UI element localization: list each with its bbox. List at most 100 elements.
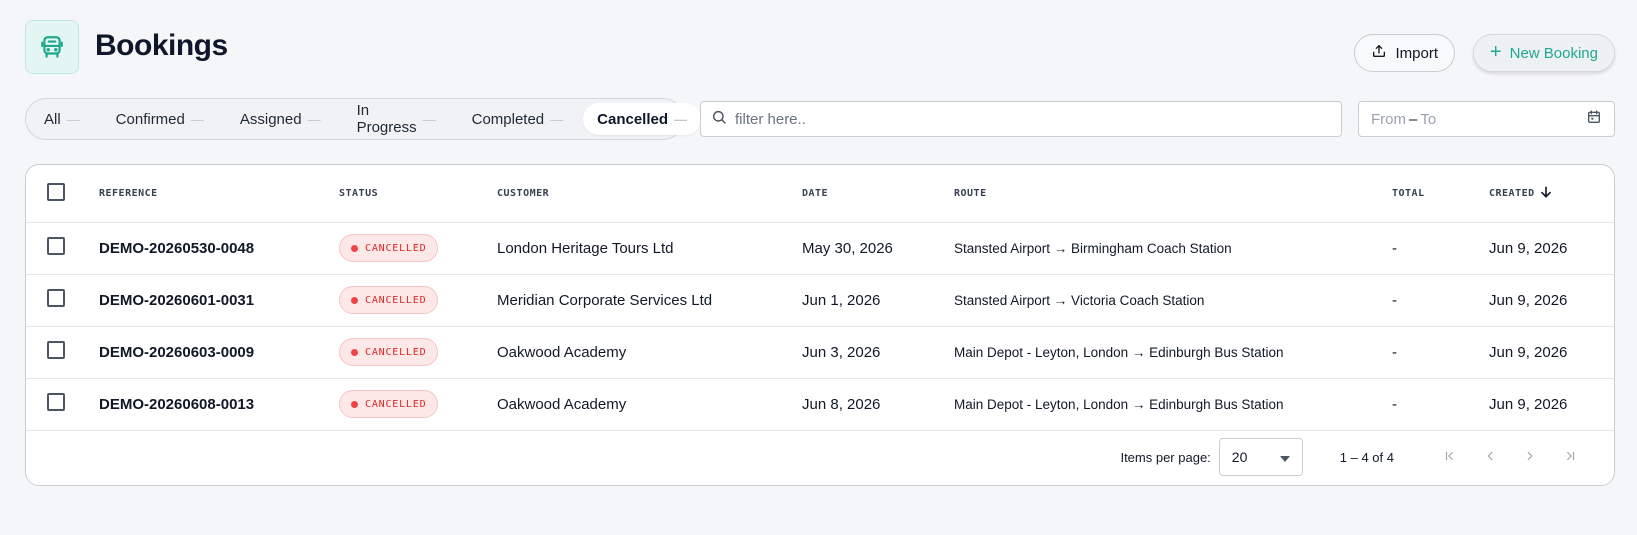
new-booking-button[interactable]: + New Booking [1472,34,1615,72]
column-header-date[interactable]: Date [802,165,954,222]
tab-assigned[interactable]: Assigned — [226,103,335,135]
next-page-button[interactable] [1510,437,1550,477]
route-cell: Main Depot - Leyton, London → Edinburgh … [954,396,1284,412]
tab-label: Cancelled [597,110,669,128]
status-badge-label: CANCELLED [365,294,427,306]
created-cell: Jun 9, 2026 [1489,239,1568,257]
status-badge: CANCELLED [339,390,439,418]
created-cell: Jun 9, 2026 [1489,343,1568,361]
date-cell: Jun 1, 2026 [802,291,881,309]
booking-reference[interactable]: DEMO-20260601-0031 [99,292,254,309]
column-header-route[interactable]: Route [954,165,1392,222]
last-page-button[interactable] [1550,437,1590,477]
status-badge: CANCELLED [339,286,439,314]
total-cell: - [1392,343,1397,361]
table-header-row: Reference Status Customer Date Route Tot… [26,165,1614,222]
column-header-total[interactable]: Total [1392,165,1489,222]
tab-in-progress[interactable]: In Progress — [343,102,450,136]
page-title: Bookings [95,29,228,62]
tab-count: — [66,111,80,127]
total-cell: - [1392,291,1397,309]
column-header-customer[interactable]: Customer [497,165,802,222]
column-header-reference[interactable]: Reference [99,165,339,222]
booking-reference[interactable]: DEMO-20260608-0013 [99,396,254,413]
status-badge-label: CANCELLED [365,398,427,410]
table-row[interactable]: DEMO-20260603-0009 CANCELLED Oakwood Aca… [26,326,1614,378]
table-row[interactable]: DEMO-20260530-0048 CANCELLED London Heri… [26,222,1614,274]
new-booking-button-label: New Booking [1509,44,1598,62]
created-cell: Jun 9, 2026 [1489,395,1568,413]
paginator: Items per page: 20 1 – 4 of 4 [26,429,1614,485]
column-header-created-label: Created [1489,187,1535,199]
select-all-checkbox[interactable] [47,182,65,201]
status-dot-icon [351,244,358,252]
calendar-icon[interactable] [1586,109,1602,130]
row-checkbox[interactable] [47,341,65,359]
tab-confirmed[interactable]: Confirmed — [102,103,218,135]
status-badge-label: CANCELLED [365,346,427,358]
tab-cancelled[interactable]: Cancelled — [583,103,702,135]
date-cell: Jun 3, 2026 [802,343,881,361]
items-per-page-select[interactable]: 20 [1218,438,1303,476]
customer-cell: Oakwood Academy [497,395,627,413]
import-button[interactable]: Import [1354,34,1455,72]
row-checkbox[interactable] [47,237,65,255]
route-cell: Main Depot - Leyton, London → Edinburgh … [954,344,1284,360]
page-header: Bookings Import + New Booking [25,20,1615,74]
search-input[interactable] [735,110,1331,128]
tab-count: — [550,111,564,127]
booking-reference[interactable]: DEMO-20260530-0048 [99,240,254,257]
last-page-icon [1563,449,1577,466]
total-cell: - [1392,395,1397,413]
date-separator: – [1409,110,1418,128]
bookings-table-card: Reference Status Customer Date Route Tot… [25,164,1615,486]
tab-label: Assigned [239,110,302,128]
select-all-cell [26,165,99,222]
row-checkbox[interactable] [47,393,65,411]
tab-label: In Progress [356,102,417,136]
tab-count: — [190,111,204,127]
total-cell: - [1392,239,1397,257]
tab-all[interactable]: All — [30,103,94,135]
status-badge: CANCELLED [339,234,439,262]
first-page-button[interactable] [1430,437,1470,477]
status-dot-icon [351,348,358,356]
tab-count: — [422,111,436,127]
row-checkbox[interactable] [47,289,65,307]
created-cell: Jun 9, 2026 [1489,291,1568,309]
status-badge: CANCELLED [339,338,439,366]
table-row[interactable]: DEMO-20260608-0013 CANCELLED Oakwood Aca… [26,378,1614,430]
tab-completed[interactable]: Completed — [458,103,578,135]
arrow-down-icon [1539,185,1553,202]
customer-cell: London Heritage Tours Ltd [497,239,674,257]
date-cell: Jun 8, 2026 [802,395,881,413]
table-row[interactable]: DEMO-20260601-0031 CANCELLED Meridian Co… [26,274,1614,326]
row-select-cell [26,222,99,274]
row-select-cell [26,378,99,430]
date-cell: May 30, 2026 [802,239,893,257]
first-page-icon [1443,449,1457,466]
booking-reference[interactable]: DEMO-20260603-0009 [99,344,254,361]
column-header-status[interactable]: Status [339,165,497,222]
row-select-cell [26,274,99,326]
status-dot-icon [351,296,358,304]
search-box [700,101,1342,137]
date-range-picker[interactable]: From – To [1358,101,1615,137]
customer-cell: Oakwood Academy [497,343,627,361]
status-filter-tabs: All — Confirmed — Assigned — In Progress… [25,98,702,140]
import-button-label: Import [1395,44,1438,62]
items-per-page-value: 20 [1231,449,1248,465]
status-badge-label: CANCELLED [365,242,427,254]
plus-icon: + [1489,41,1502,63]
chevron-left-icon [1483,449,1497,466]
date-to-label: To [1420,110,1437,128]
tab-label: Completed [471,110,545,128]
status-dot-icon [351,400,358,408]
page-range-label: 1 – 4 of 4 [1339,449,1394,465]
tab-count: — [674,111,688,127]
column-header-created[interactable]: Created [1489,165,1614,222]
previous-page-button[interactable] [1470,437,1510,477]
upload-icon [1371,43,1387,63]
items-per-page-label: Items per page: [1120,449,1211,465]
row-select-cell [26,326,99,378]
